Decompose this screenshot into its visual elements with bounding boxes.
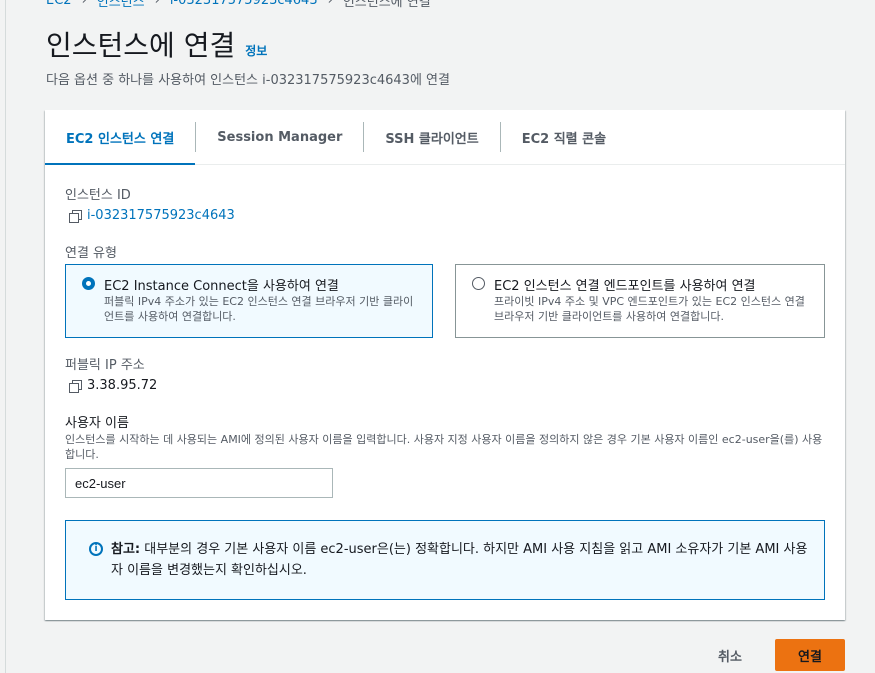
breadcrumb-instance-id[interactable]: i-032317575923c4643 [170,0,318,8]
chevron-right-icon: › [81,0,87,8]
radio-card-endpoint[interactable]: EC2 인스턴스 연결 엔드포인트를 사용하여 연결 프라이빗 IPv4 주소 … [455,264,825,338]
alert-label: 참고: [111,542,141,557]
username-description: 인스턴스를 시작하는 데 사용되는 AMI에 정의된 사용자 이름을 입력합니다… [65,433,823,461]
tab-session-manager[interactable]: Session Manager [196,110,363,164]
connect-button[interactable]: 연결 [775,639,845,671]
page-title: 인스턴스에 연결 [46,29,236,62]
cancel-button[interactable]: 취소 [704,639,756,671]
public-ip-label: 퍼블릭 IP 주소 [65,358,145,373]
connect-panel: EC2 인스턴스 연결 Session Manager SSH 클라이언트 EC… [45,110,845,620]
radio-card-title: EC2 Instance Connect을 사용하여 연결 [104,279,339,294]
tab-ec2-instance-connect[interactable]: EC2 인스턴스 연결 [45,110,196,165]
copy-icon[interactable] [69,379,82,393]
tab-ssh-client[interactable]: SSH 클라이언트 [364,110,499,164]
copy-icon[interactable] [69,209,82,223]
breadcrumb: EC2 › 인스턴스 › i-032317575923c4643 › 인스턴스에… [46,0,431,10]
page-subtitle: 다음 옵션 중 하나를 사용하여 인스턴스 i-032317575923c464… [46,73,450,88]
info-link[interactable]: 정보 [245,42,267,59]
info-alert: i 참고: 대부분의 경우 기본 사용자 이름 ec2-user은(는) 정확합… [65,520,825,600]
instance-id-label: 인스턴스 ID [65,188,131,203]
public-ip-value: 3.38.95.72 [69,378,157,393]
connection-type-label: 연결 유형 [65,246,117,261]
breadcrumb-ec2[interactable]: EC2 [46,0,72,8]
username-input[interactable]: ec2-user [65,468,333,498]
instance-id-value[interactable]: i-032317575923c4643 [69,208,235,223]
radio-button-selected[interactable] [82,277,95,290]
tab-list: EC2 인스턴스 연결 Session Manager SSH 클라이언트 EC… [45,110,845,165]
breadcrumb-instances[interactable]: 인스턴스 [97,0,145,10]
tab-ec2-serial-console[interactable]: EC2 직렬 콘솔 [501,110,627,164]
left-border [5,0,6,673]
info-icon: i [89,542,103,556]
radio-card-ec2-instance-connect[interactable]: EC2 Instance Connect을 사용하여 연결 퍼블릭 IPv4 주… [65,264,433,338]
instance-id-text[interactable]: i-032317575923c4643 [87,208,235,223]
radio-button[interactable] [472,277,485,290]
page-header: 인스턴스에 연결 정보 [46,24,267,64]
alert-message: 참고: 대부분의 경우 기본 사용자 이름 ec2-user은(는) 정확합니다… [111,539,811,581]
radio-card-title: EC2 인스턴스 연결 엔드포인트를 사용하여 연결 [494,279,756,294]
breadcrumb-current: 인스턴스에 연결 [342,0,431,10]
alert-text: 대부분의 경우 기본 사용자 이름 ec2-user은(는) 정확합니다. 하지… [111,542,808,578]
chevron-right-icon: › [327,0,333,8]
chevron-right-icon: › [154,0,160,8]
radio-card-description: 프라이빗 IPv4 주소 및 VPC 엔드포인트가 있는 EC2 인스턴스 연결… [494,295,805,323]
radio-card-description: 퍼블릭 IPv4 주소가 있는 EC2 인스턴스 연결 브라우저 기반 클라이언… [104,295,414,323]
username-label: 사용자 이름 [65,416,129,431]
public-ip-text: 3.38.95.72 [87,378,158,393]
